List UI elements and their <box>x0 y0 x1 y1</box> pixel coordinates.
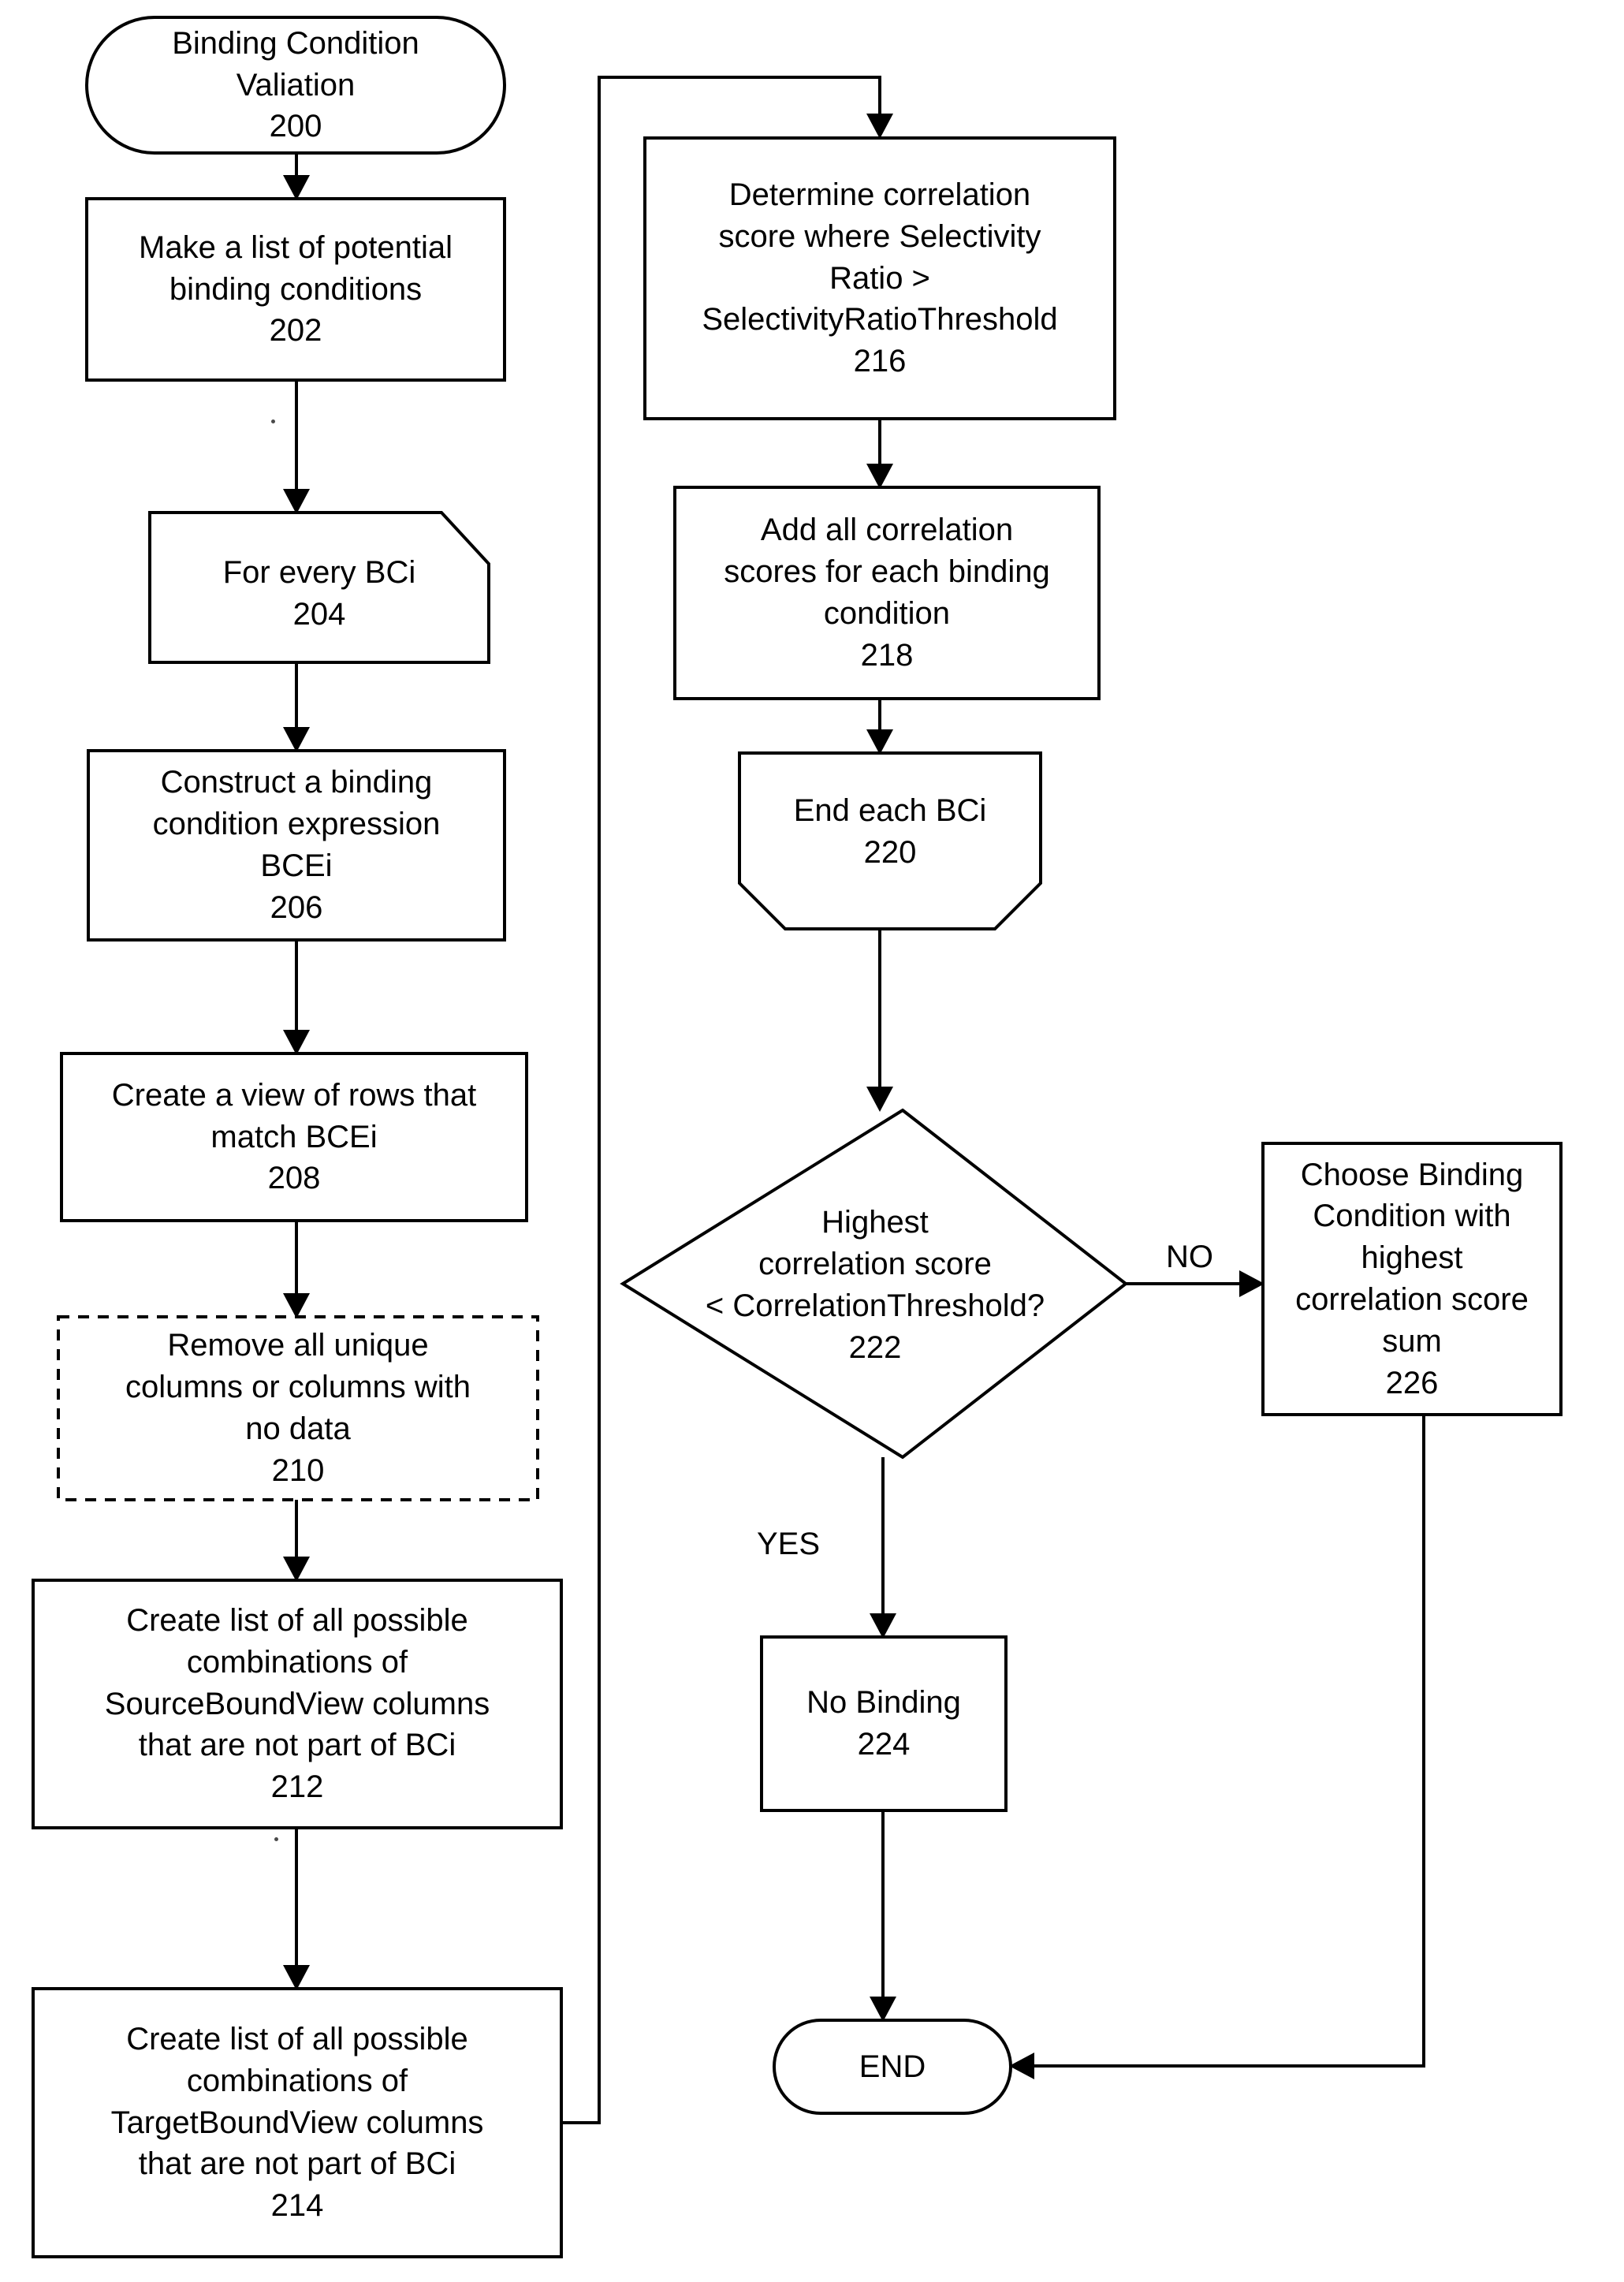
node-220-shape <box>738 751 1042 930</box>
node-208-shape <box>60 1052 528 1222</box>
node-224-shape <box>760 1635 1008 1812</box>
node-218-shape <box>673 486 1101 700</box>
arrowhead-202-204 <box>283 489 310 514</box>
arrowhead-222-226 <box>1239 1270 1265 1297</box>
arrowhead-226-end <box>1009 2053 1034 2079</box>
arrowhead-204-206 <box>283 727 310 752</box>
edge-label-yes: YES <box>756 1527 821 1561</box>
arrowhead-208-210 <box>283 1293 310 1318</box>
node-212-shape <box>32 1579 563 1829</box>
node-200-shape <box>85 16 506 155</box>
arrowhead-218-220 <box>866 729 893 755</box>
scan-speck <box>271 419 275 423</box>
flowchart-page: Binding Condition Valiation 200 Make a l… <box>0 0 1624 2282</box>
edge-label-no: NO <box>1166 1240 1213 1274</box>
arrowhead-224-end <box>870 1997 896 2022</box>
arrowhead-220-222 <box>866 1087 893 1112</box>
arrowhead-222-224 <box>870 1613 896 1639</box>
node-210-shape <box>57 1315 539 1501</box>
node-206-shape <box>87 749 506 942</box>
arrowhead-200-202 <box>283 175 310 200</box>
node-202-shape <box>85 197 506 382</box>
arrowhead-212-214 <box>283 1965 310 1990</box>
scan-speck <box>274 1837 278 1841</box>
arrowhead-210-212 <box>283 1557 310 1582</box>
node-216-shape <box>643 136 1116 420</box>
flowchart-canvas <box>32 16 1563 2258</box>
arrowhead-206-208 <box>283 1030 310 1055</box>
node-end-shape <box>773 2019 1012 2115</box>
edge-226-to-end <box>1022 1415 1425 2068</box>
node-204-shape <box>148 511 490 664</box>
node-222-shape <box>620 1108 1129 1460</box>
node-214-shape <box>32 1987 563 2258</box>
node-226-shape <box>1261 1142 1563 1416</box>
arrowhead-214-216 <box>866 114 893 139</box>
arrowhead-216-218 <box>866 464 893 489</box>
